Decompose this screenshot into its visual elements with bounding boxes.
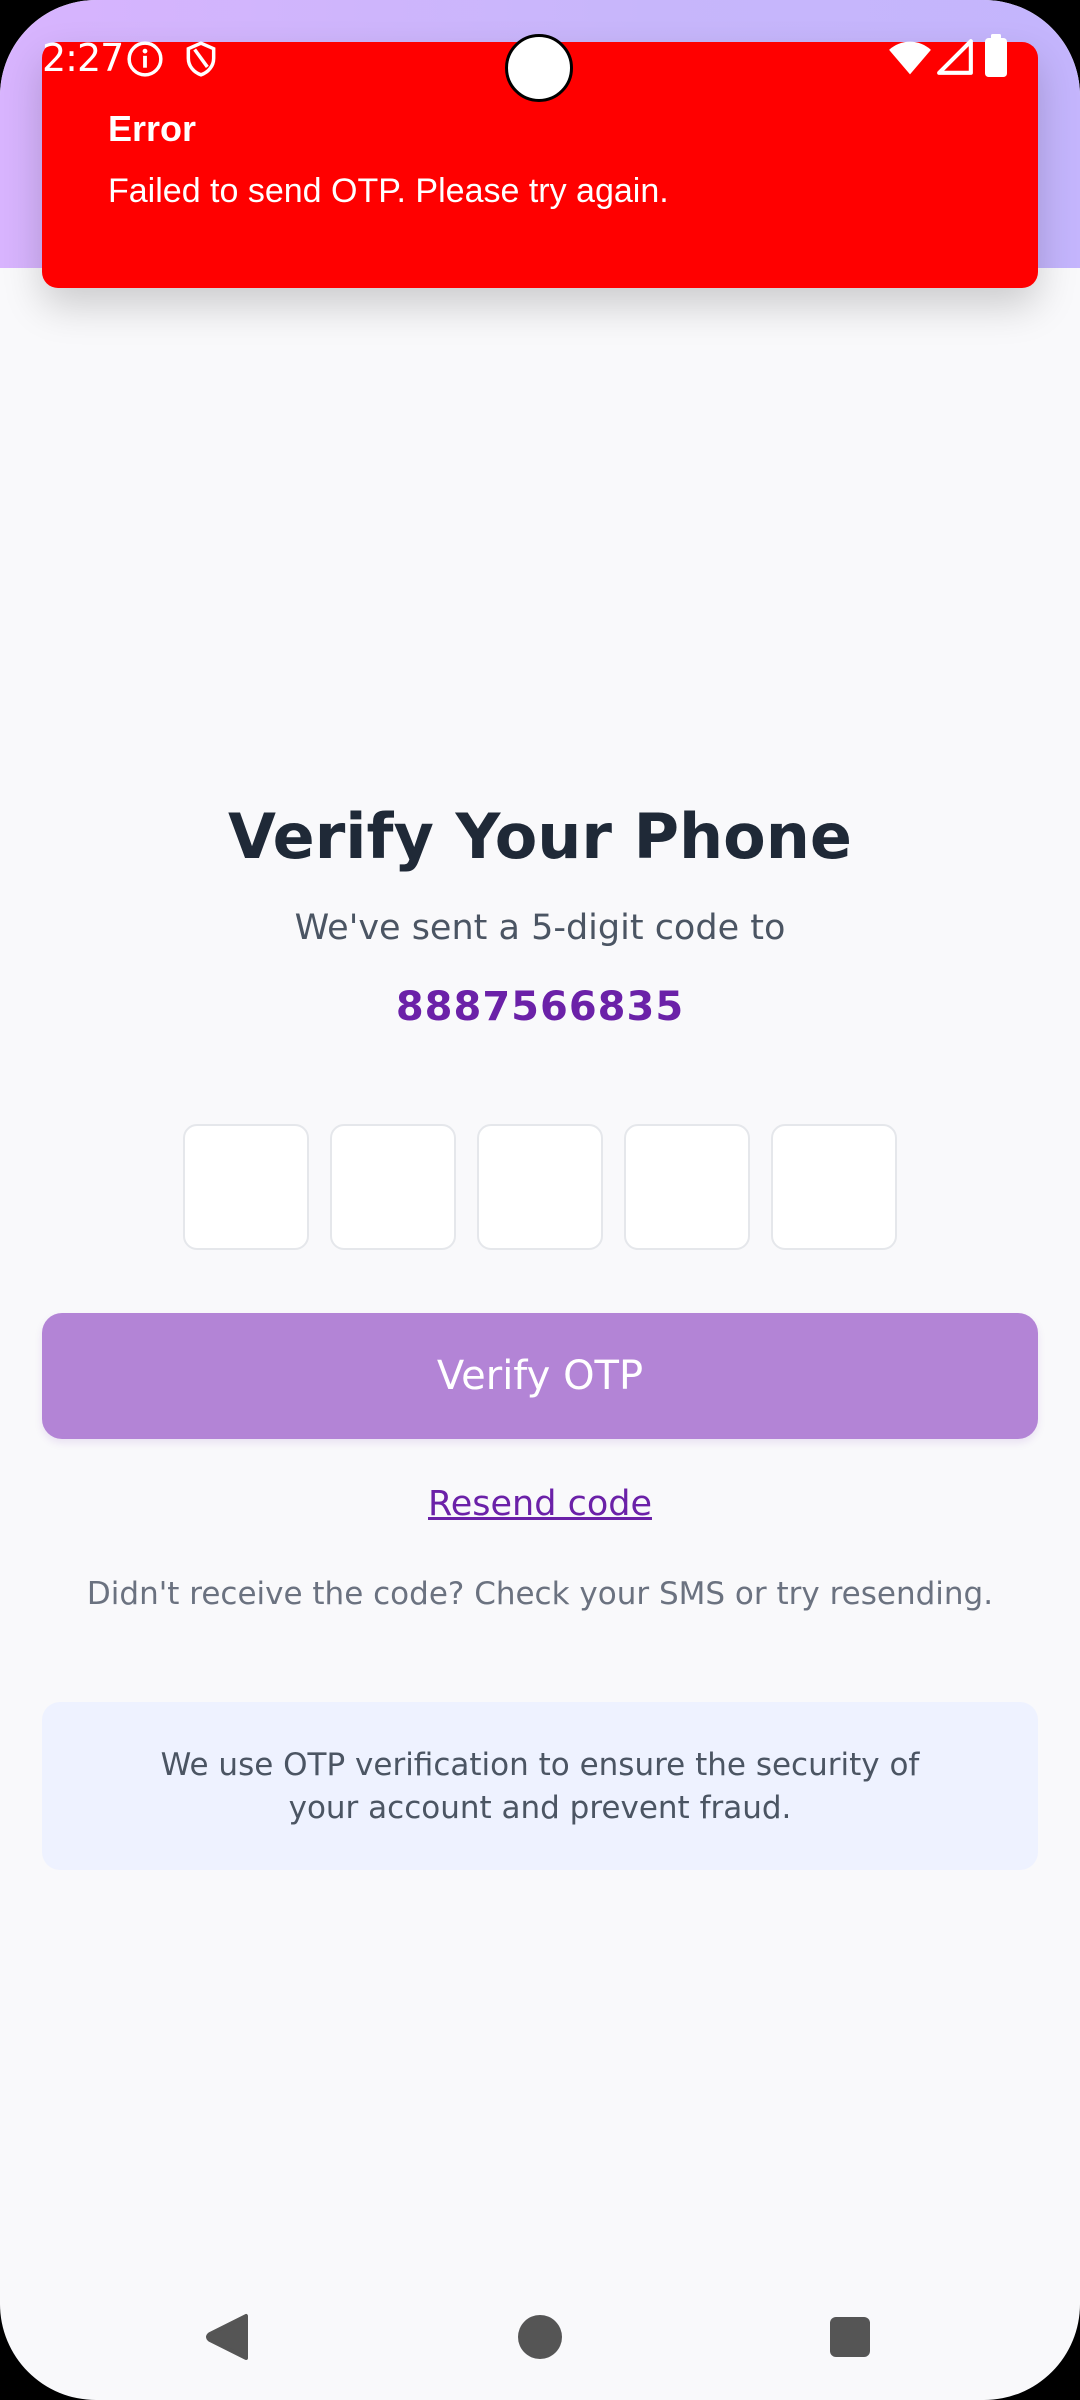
shield-icon — [182, 40, 220, 82]
page-title: Verify Your Phone — [228, 800, 852, 873]
info-icon — [126, 40, 164, 82]
battery-icon — [984, 34, 1008, 82]
back-icon[interactable] — [204, 2312, 250, 2366]
phone-number: 8887566835 — [395, 984, 685, 1030]
recents-icon[interactable] — [829, 2316, 871, 2362]
security-info-text: We use OTP verification to ensure the se… — [160, 1747, 920, 1826]
security-info-box: We use OTP verification to ensure the se… — [42, 1702, 1038, 1870]
toast-title: Error — [108, 108, 197, 149]
otp-input-row — [183, 1124, 897, 1250]
otp-digit-3[interactable] — [477, 1124, 603, 1250]
navigation-bar — [0, 2290, 1080, 2380]
resend-hint: Didn't receive the code? Check your SMS … — [86, 1576, 994, 1612]
otp-digit-1[interactable] — [183, 1124, 309, 1250]
otp-digit-4[interactable] — [624, 1124, 750, 1250]
front-camera — [505, 34, 573, 102]
home-icon[interactable] — [517, 2314, 563, 2364]
resend-code-row: Resend code — [0, 1484, 1080, 1524]
status-time: 2:27 — [42, 36, 124, 80]
code-sent-text: We've sent a 5-digit code to — [294, 908, 786, 948]
toast-message: Failed to send OTP. Please try again. — [108, 172, 669, 210]
signal-icon — [936, 38, 974, 80]
verify-otp-button[interactable]: Verify OTP — [42, 1313, 1038, 1439]
wifi-icon — [888, 38, 932, 82]
resend-code-link[interactable]: Resend code — [428, 1484, 652, 1524]
otp-digit-2[interactable] — [330, 1124, 456, 1250]
otp-digit-5[interactable] — [771, 1124, 897, 1250]
phone-screen: Error Failed to send OTP. Please try aga… — [0, 0, 1080, 2400]
